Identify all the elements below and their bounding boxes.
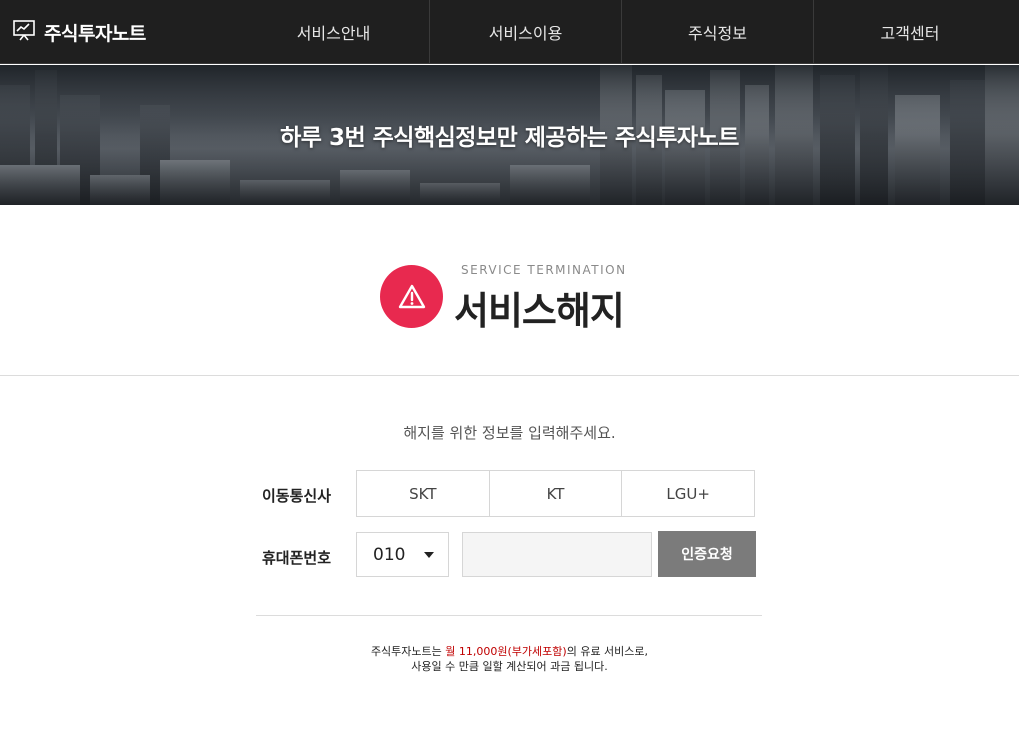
main-nav: 서비스안내 서비스이용 주식정보 고객센터 [238, 0, 1006, 64]
notice-divider [256, 615, 762, 616]
price-text: 월 11,000원(부가세포함) [445, 645, 567, 658]
phone-prefix-select[interactable]: 010 [356, 532, 449, 577]
nav-item-stock-info[interactable]: 주식정보 [622, 0, 814, 64]
caret-down-icon [424, 552, 434, 558]
phone-prefix-value: 010 [373, 544, 406, 565]
carrier-option-skt[interactable]: SKT [357, 471, 490, 516]
request-verification-button[interactable]: 인증요청 [658, 531, 756, 577]
nav-item-service-use[interactable]: 서비스이용 [430, 0, 622, 64]
nav-item-customer-center[interactable]: 고객센터 [814, 0, 1006, 64]
notice-line-1: 주식투자노트는 월 11,000원(부가세포함)의 유료 서비스로, [370, 645, 649, 658]
chart-presentation-icon [12, 18, 36, 46]
carrier-option-kt[interactable]: KT [490, 471, 623, 516]
page-subtitle: SERVICE TERMINATION [461, 263, 627, 277]
carrier-selector: SKT KT LGU+ [356, 470, 755, 517]
phone-label: 휴대폰번호 [262, 549, 332, 567]
billing-notice: 주식투자노트는 월 11,000원(부가세포함)의 유료 서비스로, 사용일 수… [0, 644, 1019, 674]
logo-text: 주식투자노트 [44, 22, 146, 45]
form-instruction: 해지를 위한 정보를 입력해주세요. [403, 424, 616, 442]
notice-line-2: 사용일 수 만큼 일할 계산되어 과금 됩니다. [411, 660, 608, 673]
page-title: 서비스해지 [454, 289, 625, 333]
logo[interactable]: 주식투자노트 [12, 0, 146, 64]
carrier-label: 이동통신사 [262, 487, 332, 505]
nav-item-service-guide[interactable]: 서비스안내 [238, 0, 430, 64]
top-navigation-bar: 주식투자노트 서비스안내 서비스이용 주식정보 고객센터 [0, 0, 1019, 64]
phone-number-input[interactable] [462, 532, 652, 577]
warning-triangle-icon [398, 284, 425, 308]
hero-banner: 하루 3번 주식핵심정보만 제공하는 주식투자노트 [0, 65, 1019, 205]
section-divider [0, 375, 1019, 376]
page-heading: SERVICE TERMINATION 서비스해지 [380, 262, 680, 333]
warning-badge [380, 265, 443, 328]
carrier-option-lgu[interactable]: LGU+ [622, 471, 754, 516]
banner-title: 하루 3번 주식핵심정보만 제공하는 주식투자노트 [280, 125, 739, 151]
